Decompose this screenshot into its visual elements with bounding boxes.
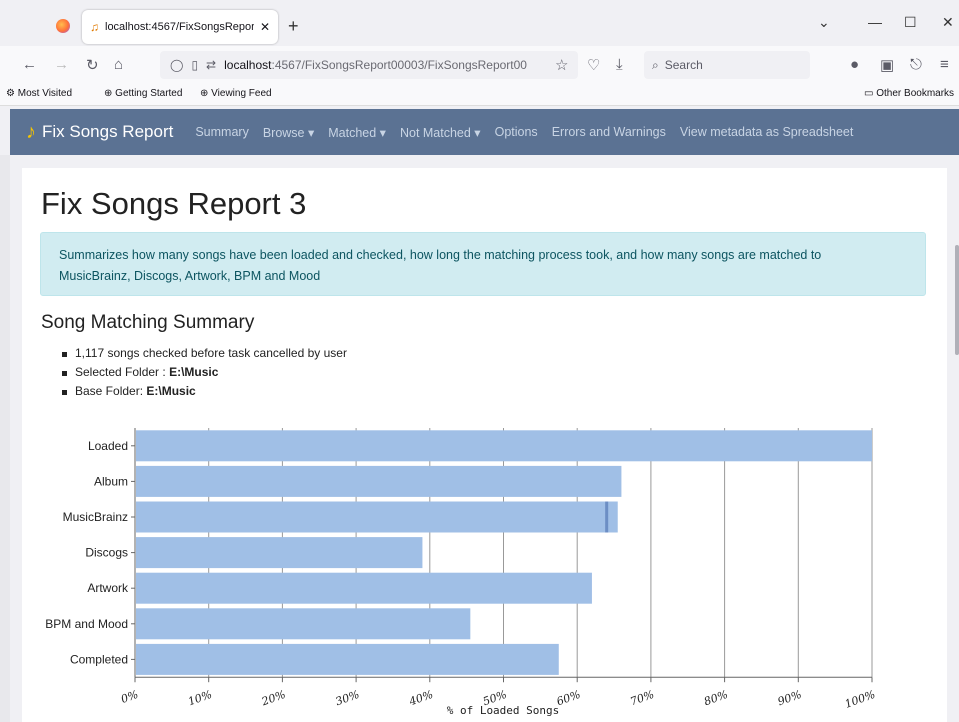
tab-title: localhost:4567/FixSongsReport0 xyxy=(105,21,254,33)
list-item: 1,117 songs checked before task cancelle… xyxy=(62,346,347,365)
chart-y-tick-label: Album xyxy=(94,474,128,488)
scrollbar-thumb[interactable] xyxy=(955,245,959,355)
browser-tab[interactable]: ♫ localhost:4567/FixSongsReport0 ✕ xyxy=(82,10,278,44)
search-input[interactable]: ⌕ Search xyxy=(644,51,810,79)
chart-y-tick-label: Completed xyxy=(70,652,128,666)
home-icon[interactable]: ⌂ xyxy=(114,56,123,73)
chart-bar xyxy=(136,608,471,640)
brand[interactable]: ♪ Fix Songs Report xyxy=(26,121,173,144)
chart-bar xyxy=(136,430,872,462)
chart-bar xyxy=(136,643,559,675)
chart-y-tick-label: Discogs xyxy=(85,546,128,560)
summary-list: 1,117 songs checked before task cancelle… xyxy=(62,346,347,403)
matching-bar-chart: Loaded Album MusicBrainz Discogs Artwork BPM … xyxy=(45,428,877,717)
browser-toolbar: ← → ↻ ⌂ ◯ ▯ ⇄ localhost:4567/FixSongsRep… xyxy=(0,46,959,84)
chart-x-tick-label: 40% xyxy=(406,688,434,709)
url-host: localhost xyxy=(224,58,272,72)
chart-y-tick-label: BPM and Mood xyxy=(45,617,128,631)
chart-bar xyxy=(136,501,618,533)
page-title: Fix Songs Report 3 xyxy=(41,186,307,221)
nav-matched[interactable]: Matched ▾ xyxy=(328,125,386,140)
nav-not-matched[interactable]: Not Matched ▾ xyxy=(400,125,481,140)
nav-errors-warnings[interactable]: Errors and Warnings xyxy=(552,125,666,139)
info-alert: Summarizes how many songs have been load… xyxy=(40,232,926,296)
nav-browse[interactable]: Browse ▾ xyxy=(263,125,314,140)
page-icon: ▯ xyxy=(191,58,199,72)
chart-x-axis-label: % of Loaded Songs xyxy=(447,704,560,717)
music-note-icon: ♪ xyxy=(26,120,36,143)
menu-icon[interactable]: ≡ xyxy=(940,56,949,73)
chart-x-tick-label: 90% xyxy=(776,688,803,709)
firefox-icon[interactable] xyxy=(56,19,70,33)
chart-x-tick-label: 30% xyxy=(334,688,361,709)
shield-icon[interactable]: ◯ xyxy=(170,58,183,72)
close-tab-icon[interactable]: ✕ xyxy=(260,20,270,34)
music-note-icon: ♫ xyxy=(90,20,99,34)
bookmarks-bar: ⚙ Most Visited ⊕ Getting Started ⊕ Viewi… xyxy=(0,84,959,106)
app-navbar: ♪ Fix Songs Report Summary Browse ▾ Match… xyxy=(10,109,959,155)
nav-summary[interactable]: Summary xyxy=(195,125,248,139)
share-icon[interactable]: ⎋ xyxy=(910,56,922,73)
chart-bar xyxy=(136,537,423,569)
close-window-icon[interactable]: ✕ xyxy=(942,14,954,31)
section-title: Song Matching Summary xyxy=(41,312,255,333)
screenshot-icon[interactable]: ▣ xyxy=(880,56,894,74)
search-icon: ⌕ xyxy=(652,57,659,72)
back-icon[interactable]: ← xyxy=(22,56,37,73)
address-bar[interactable]: ◯ ▯ ⇄ localhost:4567/FixSongsReport00003… xyxy=(160,51,578,79)
chart-y-tick-label: Artwork xyxy=(87,581,129,595)
download-icon[interactable]: ⤓ xyxy=(616,56,623,73)
browser-tab-bar: ♫ localhost:4567/FixSongsReport0 ✕ + ⌄ —… xyxy=(0,0,959,46)
nav-view-metadata[interactable]: View metadata as Spreadsheet xyxy=(680,125,854,139)
bookmark-most-visited[interactable]: ⚙ Most Visited xyxy=(6,88,72,99)
extension-icon[interactable]: ● xyxy=(850,56,859,73)
chart-y-tick-label: Loaded xyxy=(88,439,128,453)
forward-icon[interactable]: → xyxy=(54,56,69,73)
url-path: :4567/FixSongsReport00003/FixSongsReport… xyxy=(271,58,527,72)
chart-marker xyxy=(605,501,609,533)
maximize-icon[interactable]: ☐ xyxy=(904,14,917,31)
chevron-down-icon[interactable]: ⌄ xyxy=(818,14,830,31)
nav-options[interactable]: Options xyxy=(495,125,538,139)
reload-icon[interactable]: ↻ xyxy=(86,56,99,74)
bookmark-star-icon[interactable]: ☆ xyxy=(555,56,568,74)
chart-y-tick-label: MusicBrainz xyxy=(63,510,128,524)
chart-x-tick-label: 80% xyxy=(702,688,729,709)
list-item: Base Folder: E:\Music xyxy=(62,384,347,403)
pocket-icon[interactable]: ♡ xyxy=(587,56,600,74)
alert-line-2: MusicBrainz, Discogs, Artwork, BPM and M… xyxy=(59,269,321,283)
alert-line-1: Summarizes how many songs have been load… xyxy=(59,248,822,262)
chart-x-tick-label: 100% xyxy=(843,688,877,711)
scrollbar[interactable] xyxy=(953,155,959,722)
list-item: Selected Folder : E:\Music xyxy=(62,365,347,384)
bookmark-viewing-feed[interactable]: ⊕ Viewing Feed xyxy=(200,88,272,99)
bookmark-getting-started[interactable]: ⊕ Getting Started xyxy=(104,88,182,99)
search-placeholder: Search xyxy=(664,58,703,72)
chart-x-tick-label: 0% xyxy=(119,688,140,706)
permissions-icon[interactable]: ⇄ xyxy=(206,58,216,72)
chart-x-tick-label: 70% xyxy=(629,688,656,709)
minimize-icon[interactable]: — xyxy=(868,14,882,30)
other-bookmarks[interactable]: ▭ Other Bookmarks xyxy=(864,88,954,99)
chart-x-tick-label: 10% xyxy=(186,688,213,709)
chart-x-tick-label: 20% xyxy=(259,688,287,709)
new-tab-icon[interactable]: + xyxy=(288,16,299,37)
chart-bar xyxy=(136,572,592,604)
chart-bar xyxy=(136,465,622,497)
